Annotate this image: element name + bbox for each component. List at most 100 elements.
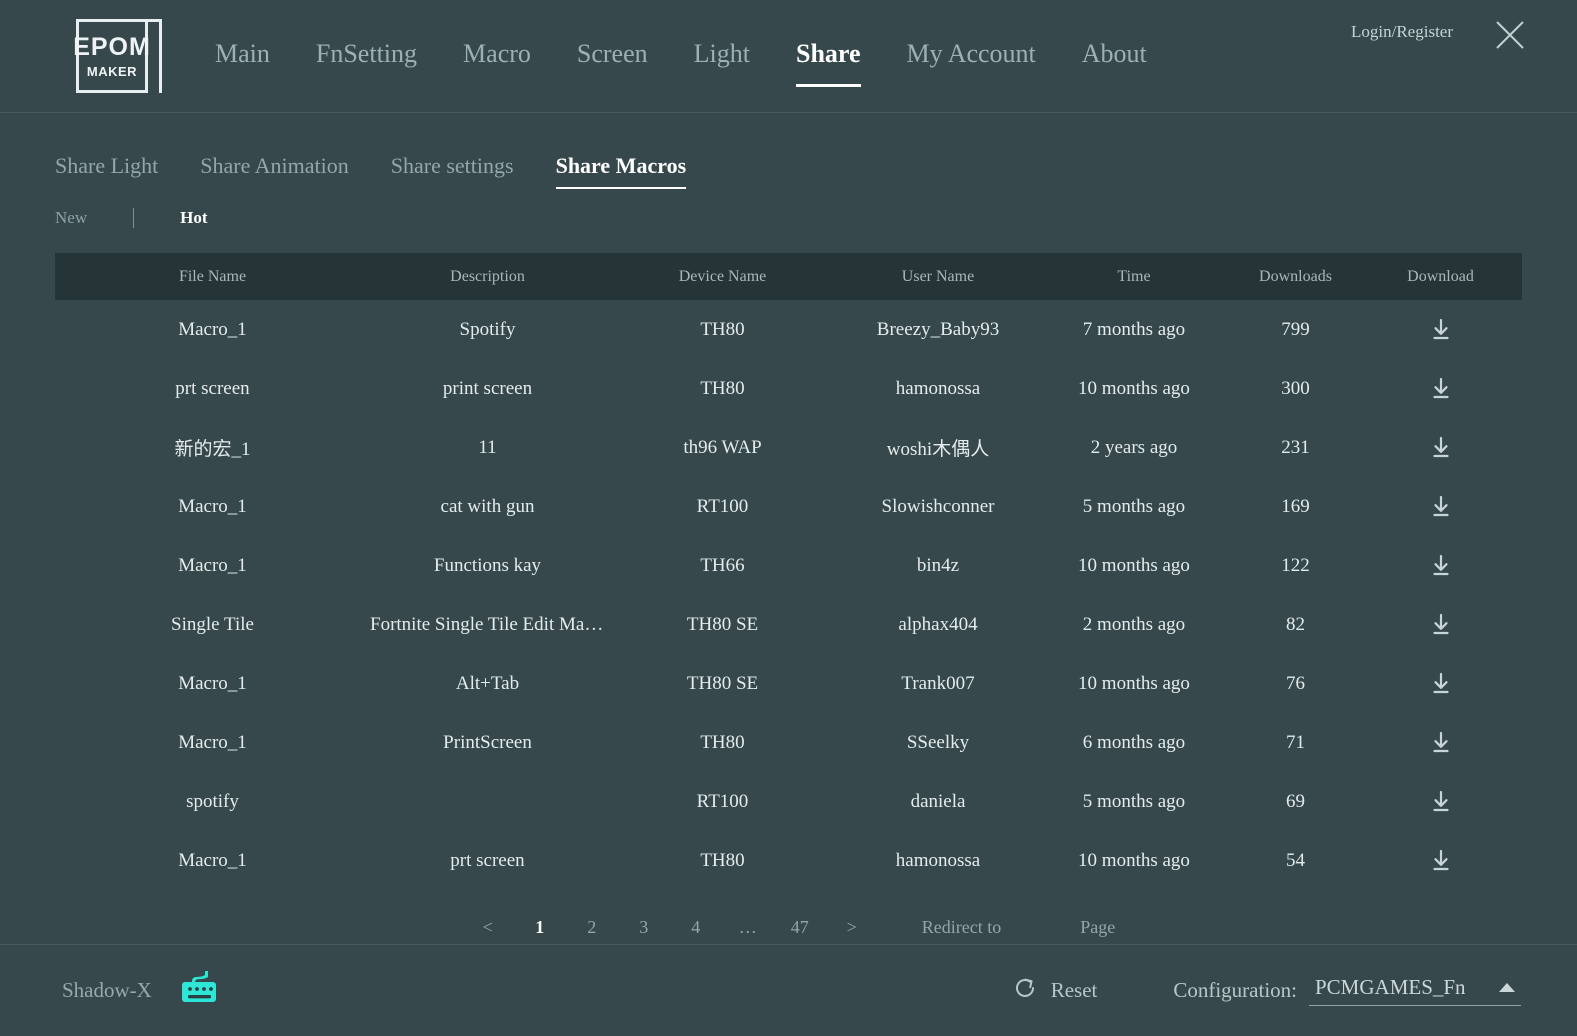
cell-user-name: alphax404 [898,613,978,635]
column-header-downloads: Downloads [1259,267,1332,285]
nav-item-macro[interactable]: Macro [463,0,531,113]
table-row[interactable]: Macro_1 prt screen TH80 hamonossa 10 months … [55,831,1522,890]
cell-downloads: 300 [1281,377,1310,399]
cell-time: 10 months ago [1078,849,1190,871]
column-header-device-name: Device Name [678,267,767,285]
download-icon[interactable] [1359,435,1522,461]
cell-file-name: Single Tile [171,613,254,635]
cell-device-name: TH80 [700,731,745,753]
column-header-file-name: File Name [178,267,247,285]
cell-time: 10 months ago [1078,554,1190,576]
nav-item-light[interactable]: Light [694,0,750,113]
login-register-link[interactable]: Login/Register [1351,22,1453,42]
tab-share-settings[interactable]: Share settings [391,153,514,189]
cell-description: Spotify [459,318,516,340]
close-icon[interactable] [1493,18,1527,52]
pagination-page-4[interactable]: 4 [670,917,722,938]
status-bar-right: Reset Configuration: PCMGAMES_Fn [1012,975,1521,1006]
tab-share-light[interactable]: Share Light [55,153,158,189]
cell-user-name: SSeelky [906,731,970,753]
chevron-up-icon [1499,983,1515,992]
cell-device-name: RT100 [696,495,749,517]
download-icon[interactable] [1359,553,1522,579]
pagination-page-47[interactable]: 47 [774,917,826,938]
table-row[interactable]: Macro_1 PrintScreen TH80 SSeelky 6 months ag… [55,713,1522,772]
nav-item-screen[interactable]: Screen [577,0,648,113]
refresh-icon [1012,975,1038,1006]
cell-downloads: 799 [1281,318,1310,340]
epomaker-logo: EPOM MAKER [73,19,162,93]
cell-time: 10 months ago [1078,377,1190,399]
cell-downloads: 82 [1286,613,1305,635]
table-row[interactable]: Macro_1 Functions kay TH66 bin4z 10 months a… [55,536,1522,595]
download-icon[interactable] [1359,848,1522,874]
pagination-page-3[interactable]: 3 [618,917,670,938]
connected-device-name: Shadow-X [62,978,152,1002]
cell-device-name: TH66 [700,554,745,576]
cell-downloads: 231 [1281,436,1310,458]
nav-item-fnsetting[interactable]: FnSetting [316,0,417,113]
cell-file-name: Macro_1 [178,554,247,576]
cell-file-name: Macro_1 [178,672,247,694]
status-bar: Shadow-X Reset Configuration: PCMGAMES_F… [0,944,1577,1036]
configuration-dropdown[interactable]: PCMGAMES_Fn [1309,975,1521,1006]
cell-device-name: RT100 [696,790,749,812]
pagination-next[interactable]: > [826,917,878,938]
logo-line-1: EPOM [73,32,151,61]
tab-share-animation[interactable]: Share Animation [200,153,348,189]
cell-downloads: 76 [1286,672,1305,694]
cell-downloads: 69 [1286,790,1305,812]
logo-line-2: MAKER [86,63,138,79]
pagination-prev[interactable]: < [462,917,514,938]
table-row[interactable]: spotify RT100 daniela 5 months ago 69 [55,772,1522,831]
pagination-page-2[interactable]: 2 [566,917,618,938]
download-icon[interactable] [1359,730,1522,756]
cell-description: Functions kay [433,554,542,576]
download-icon[interactable] [1359,789,1522,815]
table-row[interactable]: Macro_1 Spotify TH80 Breezy_Baby93 7 months … [55,300,1522,359]
sort-hot[interactable]: Hot [180,208,207,228]
nav-item-main[interactable]: Main [215,0,270,113]
reset-button[interactable]: Reset [1012,975,1097,1006]
cell-user-name: Slowishconner [881,495,995,517]
redirect-to-label: Redirect to [921,916,1002,937]
cell-downloads: 71 [1286,731,1305,753]
table-row[interactable]: 新的宏_1 11 th96 WAP woshi木偶人 2 years ago 231 [55,418,1522,477]
download-icon[interactable] [1359,317,1522,343]
cell-device-name: TH80 [700,849,745,871]
cell-file-name: 新的宏_1 [174,439,251,460]
nav-item-about[interactable]: About [1082,0,1147,113]
download-icon[interactable] [1359,376,1522,402]
cell-device-name: TH80 [700,318,745,340]
download-icon[interactable] [1359,612,1522,638]
tab-share-macros[interactable]: Share Macros [555,153,686,189]
column-header-description: Description [450,267,525,285]
pagination-page-1[interactable]: 1 [514,917,566,938]
cell-user-name: hamonossa [895,377,981,399]
table-row[interactable]: Macro_1 Alt+Tab TH80 SE Trank007 10 months a… [55,654,1522,713]
nav-item-my-account[interactable]: My Account [907,0,1036,113]
download-icon[interactable] [1359,671,1522,697]
cell-description: 11 [478,436,497,458]
cell-time: 2 years ago [1090,436,1178,458]
download-icon[interactable] [1359,494,1522,520]
cell-user-name: Breezy_Baby93 [876,318,1000,340]
redirect-page-input[interactable] [1013,914,1069,940]
cell-downloads: 122 [1281,554,1310,576]
sort-bar: New Hot [0,205,1577,231]
cell-device-name: TH80 SE [686,672,759,694]
main-nav: Main FnSetting Macro Screen Light Share … [215,0,1193,113]
sort-new[interactable]: New [55,208,87,228]
table-row[interactable]: Single Tile Fortnite Single Tile Edit Mac… [55,595,1522,654]
sort-divider [133,208,135,228]
keyboard-icon[interactable] [178,970,220,1011]
nav-item-share[interactable]: Share [795,0,861,113]
configuration-value: PCMGAMES_Fn [1315,975,1466,999]
table-row[interactable]: Macro_1 cat with gun RT100 Slowishconner 5 m… [55,477,1522,536]
cell-time: 5 months ago [1082,495,1186,517]
column-header-user-name: User Name [901,267,975,285]
cell-user-name: bin4z [916,554,960,576]
cell-user-name: hamonossa [895,849,981,871]
cell-downloads: 54 [1286,849,1305,871]
table-row[interactable]: prt screen print screen TH80 hamonossa 10 mo… [55,359,1522,418]
